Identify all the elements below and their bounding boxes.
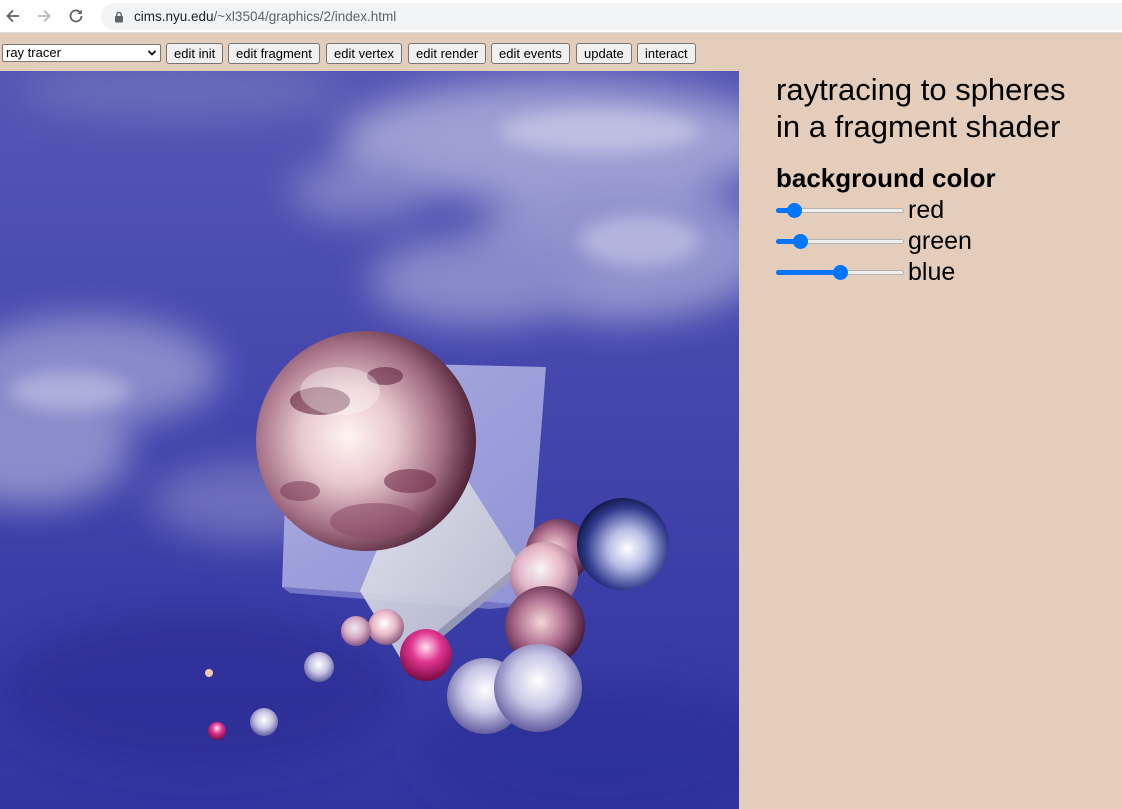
- sphere-peach-small: [368, 609, 404, 645]
- blue-slider[interactable]: [776, 264, 904, 280]
- blue-slider-thumb[interactable]: [833, 264, 848, 280]
- back-arrow-icon: [6, 9, 19, 23]
- page-title: raytracing to spheres in a fragment shad…: [776, 71, 1116, 145]
- sphere-pink-small: [208, 722, 226, 740]
- sphere-navy: [577, 498, 669, 590]
- title-line-1: raytracing to spheres: [776, 72, 1066, 107]
- sphere-silver-small: [304, 652, 334, 682]
- raytraced-scene: [0, 71, 739, 809]
- reload-icon: [69, 9, 83, 23]
- interact-button[interactable]: interact: [637, 43, 696, 64]
- demo-select[interactable]: ray tracer: [2, 44, 161, 62]
- blue-label: blue: [908, 257, 956, 286]
- url-path: /~xl3504/graphics/2/index.html: [213, 9, 397, 24]
- green-label: green: [908, 226, 972, 255]
- slider-row-red: red: [776, 194, 1116, 225]
- reload-button[interactable]: [66, 6, 86, 26]
- large-marble-sphere: [256, 331, 476, 551]
- sphere-silver-tiny: [250, 708, 278, 736]
- toolbar: ray tracer edit init edit fragment edit …: [0, 33, 1122, 71]
- slider-row-green: green: [776, 225, 1116, 256]
- sphere-peach-tiny: [341, 616, 371, 646]
- demo-select-value: ray tracer: [6, 45, 61, 60]
- forward-arrow-icon: [38, 9, 51, 23]
- chevron-down-icon: [147, 50, 157, 56]
- title-line-2: in a fragment shader: [776, 109, 1061, 144]
- render-canvas[interactable]: [0, 71, 739, 809]
- slider-row-blue: blue: [776, 256, 1116, 287]
- background-color-heading: background color: [776, 163, 996, 193]
- sphere-pink-large: [400, 629, 452, 681]
- green-slider[interactable]: [776, 233, 904, 249]
- edit-events-button[interactable]: edit events: [491, 43, 570, 64]
- edit-init-button[interactable]: edit init: [166, 43, 224, 64]
- edit-vertex-button[interactable]: edit vertex: [326, 43, 402, 64]
- red-label: red: [908, 195, 945, 224]
- url-host: cims.nyu.edu: [134, 9, 214, 24]
- sphere-dot: [205, 669, 213, 677]
- control-panel: raytracing to spheres in a fragment shad…: [776, 71, 1116, 287]
- update-button[interactable]: update: [576, 43, 632, 64]
- blue-slider-fill: [776, 269, 840, 275]
- url-text: cims.nyu.edu/~xl3504/graphics/2/index.ht…: [134, 9, 396, 24]
- forward-button[interactable]: [34, 6, 54, 26]
- address-bar[interactable]: cims.nyu.edu/~xl3504/graphics/2/index.ht…: [101, 3, 1122, 30]
- back-button[interactable]: [3, 6, 23, 26]
- edit-render-button[interactable]: edit render: [408, 43, 487, 64]
- green-slider-thumb[interactable]: [793, 233, 809, 249]
- red-slider[interactable]: [776, 202, 904, 218]
- lock-icon: [113, 11, 125, 23]
- browser-chrome: cims.nyu.edu/~xl3504/graphics/2/index.ht…: [0, 0, 1122, 33]
- sphere-silver-right: [494, 644, 582, 732]
- red-slider-thumb[interactable]: [787, 202, 803, 218]
- edit-fragment-button[interactable]: edit fragment: [228, 43, 320, 64]
